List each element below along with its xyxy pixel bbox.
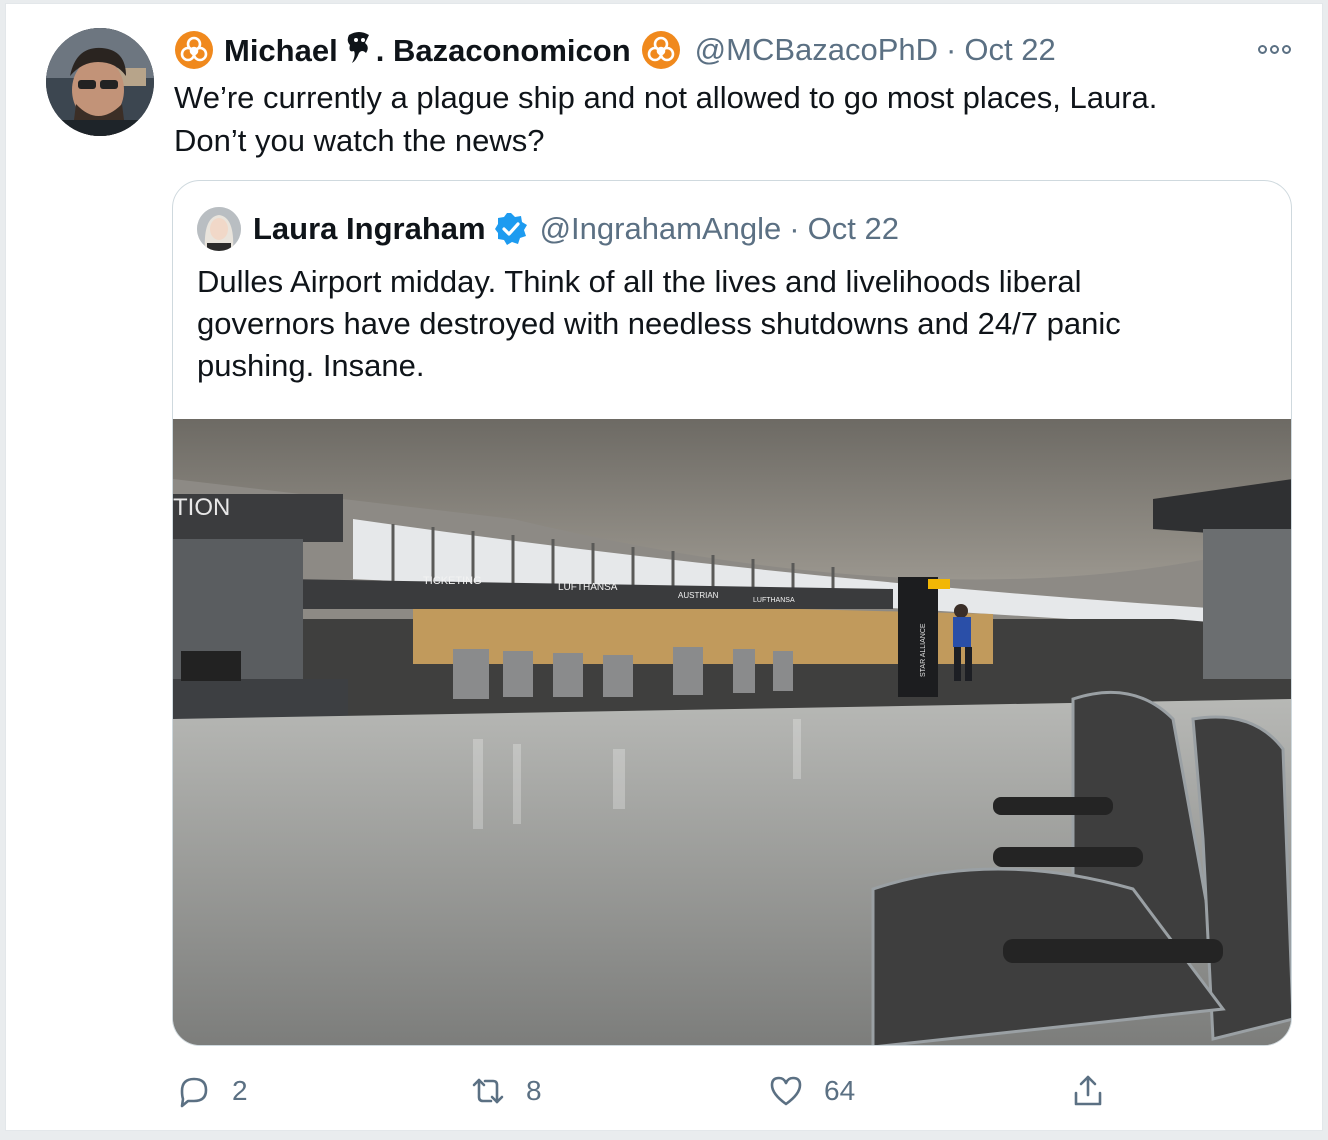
reply-button[interactable]: 2 — [174, 1066, 248, 1116]
quoted-author-handle[interactable]: @IngrahamAngle — [540, 211, 782, 247]
verified-badge-icon — [494, 213, 527, 245]
booth-sign: TION — [173, 494, 230, 521]
tweet-date[interactable]: Oct 22 — [964, 32, 1055, 68]
quoted-text-line: governors have destroyed with needless s… — [197, 306, 1121, 341]
austrian-sign: AUSTRIAN — [678, 591, 719, 600]
quoted-author-name[interactable]: Laura Ingraham — [253, 211, 486, 247]
retweet-count: 8 — [526, 1075, 542, 1106]
like-count: 64 — [824, 1075, 856, 1106]
like-button[interactable]: 64 — [766, 1066, 855, 1116]
more-icon[interactable] — [1252, 38, 1296, 60]
retweet-button[interactable]: 8 — [468, 1066, 542, 1116]
quoted-tweet-header: Laura Ingraham @IngrahamAngle · Oct 22 — [197, 207, 899, 251]
author-name[interactable]: Michael. Bazaconomicon — [224, 31, 631, 69]
biohazard-icon — [641, 31, 680, 69]
retweet-icon — [472, 1078, 504, 1104]
quoted-author-avatar[interactable] — [197, 207, 241, 251]
tweet-text: We’re currently a plague ship and not al… — [174, 76, 1274, 162]
ticketing-sign: TICKETING — [423, 575, 482, 587]
lufthansa-small-sign: LUFTHANSA — [753, 597, 795, 604]
star-alliance-sign: STAR ALLIANCE — [920, 623, 927, 677]
biohazard-icon — [175, 31, 213, 69]
author-avatar[interactable] — [46, 28, 154, 136]
lufthansa-sign: LUFTHANSA — [558, 582, 618, 593]
quoted-tweet-date[interactable]: Oct 22 — [808, 211, 899, 247]
share-icon — [1074, 1075, 1102, 1106]
tweet-actions: 2 8 64 — [174, 1066, 1174, 1116]
share-button[interactable] — [1068, 1066, 1126, 1116]
reply-icon — [180, 1077, 208, 1108]
heart-icon — [770, 1076, 802, 1106]
separator-dot: · — [946, 32, 957, 67]
airport-photo[interactable]: TICKETING LUFTHANSA AUSTRIAN LUFTHANSA T… — [173, 419, 1291, 1045]
quoted-text-line: Dulles Airport midday. Think of all the … — [197, 264, 1082, 299]
tweet-card[interactable]: Michael. Bazaconomicon @MCBazacoPhD · Oc… — [5, 3, 1323, 1131]
tweet-text-line: We’re currently a plague ship and not al… — [174, 80, 1158, 115]
author-handle[interactable]: @MCBazacoPhD — [695, 32, 938, 68]
tweet-header: Michael. Bazaconomicon @MCBazacoPhD · Oc… — [174, 28, 1056, 72]
quoted-text-line: pushing. Insane. — [197, 348, 425, 383]
reply-count: 2 — [232, 1075, 248, 1106]
quoted-tweet[interactable]: Laura Ingraham @IngrahamAngle · Oct 22 D… — [172, 180, 1292, 1046]
squid-icon — [347, 32, 369, 63]
tweet-text-line: Don’t you watch the news? — [174, 123, 545, 158]
quoted-tweet-text: Dulles Airport midday. Think of all the … — [197, 261, 1257, 387]
separator-dot: · — [789, 211, 800, 246]
